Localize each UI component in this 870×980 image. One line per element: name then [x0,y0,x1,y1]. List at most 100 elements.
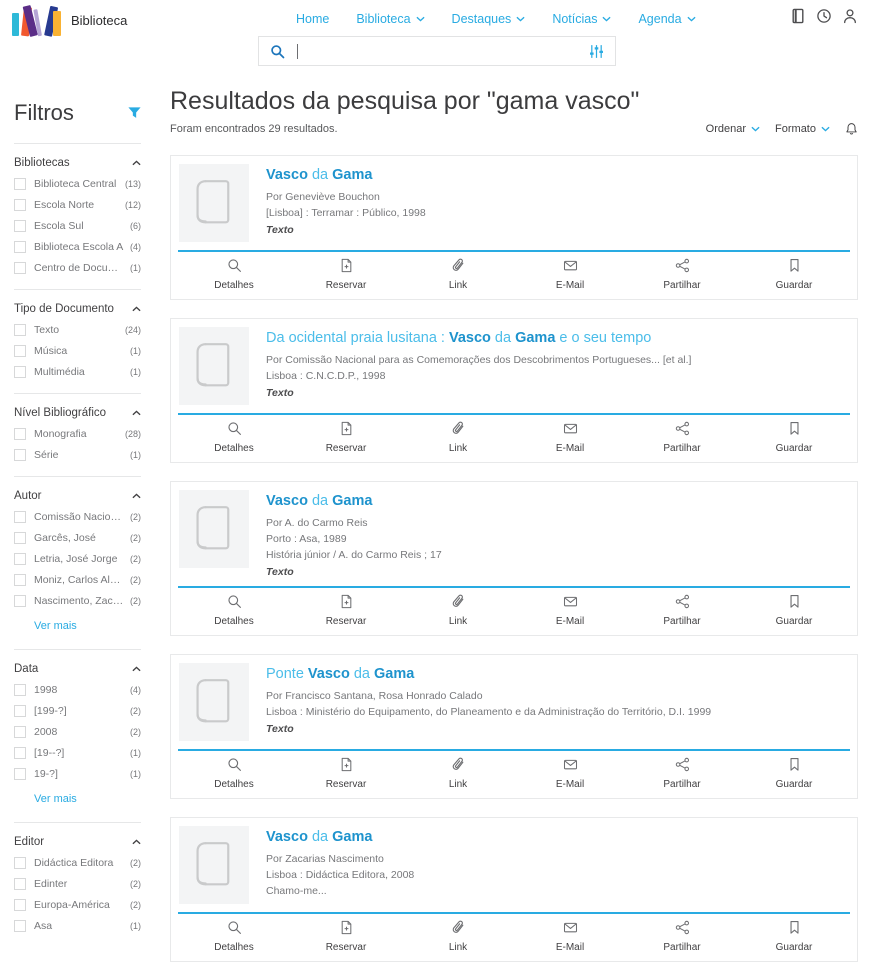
chevron-up-icon[interactable] [132,839,141,845]
action-detalhes[interactable]: Detalhes [178,920,290,953]
checkbox[interactable] [14,178,26,190]
filter-option[interactable]: Série (1) [14,449,141,461]
checkbox[interactable] [14,324,26,336]
checkbox[interactable] [14,768,26,780]
action-guardar[interactable]: Guardar [738,421,850,454]
action-reservar[interactable]: Reservar [290,258,402,291]
filter-option[interactable]: Centro de Documentação (1) [14,262,141,274]
history-icon[interactable] [816,8,832,24]
result-title[interactable]: Ponte Vasco da Gama [266,666,711,682]
filter-option[interactable]: Garcês, José (2) [14,532,141,544]
chevron-up-icon[interactable] [132,410,141,416]
checkbox[interactable] [14,345,26,357]
action-guardar[interactable]: Guardar [738,757,850,790]
filter-section-header[interactable]: Autor [14,490,141,502]
bell-icon[interactable] [845,122,858,136]
nav-destaques[interactable]: Destaques [452,12,526,26]
filter-option[interactable]: Monografia (28) [14,428,141,440]
chevron-up-icon[interactable] [132,666,141,672]
filter-option[interactable]: Multimédia (1) [14,366,141,378]
checkbox[interactable] [14,920,26,932]
filter-option[interactable]: [19--?] (1) [14,747,141,759]
checkbox[interactable] [14,199,26,211]
action-email[interactable]: E-Mail [514,258,626,291]
filter-section-header[interactable]: Bibliotecas [14,157,141,169]
filter-option[interactable]: Letria, José Jorge (2) [14,553,141,565]
action-reservar[interactable]: Reservar [290,920,402,953]
action-partilhar[interactable]: Partilhar [626,757,738,790]
checkbox[interactable] [14,449,26,461]
action-link[interactable]: Link [402,920,514,953]
checkbox[interactable] [14,428,26,440]
checkbox[interactable] [14,705,26,717]
action-guardar[interactable]: Guardar [738,594,850,627]
filter-option[interactable]: 1998 (4) [14,684,141,696]
ordenar-dropdown[interactable]: Ordenar [706,123,760,135]
filter-option[interactable]: Edinter (2) [14,878,141,890]
formato-dropdown[interactable]: Formato [775,123,830,135]
filter-section-header[interactable]: Data [14,663,141,675]
search-bar[interactable] [258,36,616,66]
action-detalhes[interactable]: Detalhes [178,421,290,454]
checkbox[interactable] [14,553,26,565]
chevron-up-icon[interactable] [132,493,141,499]
checkbox[interactable] [14,532,26,544]
action-email[interactable]: E-Mail [514,421,626,454]
sliders-icon[interactable] [589,44,604,59]
checkbox[interactable] [14,241,26,253]
action-guardar[interactable]: Guardar [738,258,850,291]
action-detalhes[interactable]: Detalhes [178,594,290,627]
action-link[interactable]: Link [402,421,514,454]
checkbox[interactable] [14,747,26,759]
checkbox[interactable] [14,899,26,911]
action-reservar[interactable]: Reservar [290,757,402,790]
checkbox[interactable] [14,220,26,232]
result-title[interactable]: Vasco da Gama [266,829,414,845]
checkbox[interactable] [14,878,26,890]
user-icon[interactable] [842,8,858,24]
chevron-up-icon[interactable] [132,306,141,312]
filter-option[interactable]: 19-?] (1) [14,768,141,780]
action-partilhar[interactable]: Partilhar [626,421,738,454]
ebook-icon[interactable] [790,8,806,24]
search-input[interactable] [298,44,589,58]
action-email[interactable]: E-Mail [514,594,626,627]
ver-mais-link[interactable]: Ver mais [34,793,77,805]
action-partilhar[interactable]: Partilhar [626,920,738,953]
result-title[interactable]: Vasco da Gama [266,493,442,509]
book-thumbnail[interactable] [179,826,249,904]
action-link[interactable]: Link [402,594,514,627]
filter-option[interactable]: Europa-América (2) [14,899,141,911]
filter-section-header[interactable]: Tipo de Documento [14,303,141,315]
filter-option[interactable]: Comissão Nacional para a... (2) [14,511,141,523]
filter-section-header[interactable]: Nível Bibliográfico [14,407,141,419]
action-detalhes[interactable]: Detalhes [178,258,290,291]
checkbox[interactable] [14,366,26,378]
checkbox[interactable] [14,595,26,607]
filter-option[interactable]: Moniz, Carlos Alberto (2) [14,574,141,586]
filter-option[interactable]: Texto (24) [14,324,141,336]
filter-option[interactable]: [199-?] (2) [14,705,141,717]
action-detalhes[interactable]: Detalhes [178,757,290,790]
action-email[interactable]: E-Mail [514,757,626,790]
filter-option[interactable]: Didáctica Editora (2) [14,857,141,869]
result-title[interactable]: Da ocidental praia lusitana : Vasco da G… [266,330,691,346]
ver-mais-link[interactable]: Ver mais [34,620,77,632]
nav-biblioteca[interactable]: Biblioteca [356,12,424,26]
filter-option[interactable]: Escola Sul (6) [14,220,141,232]
filter-section-header[interactable]: Editor [14,836,141,848]
action-reservar[interactable]: Reservar [290,594,402,627]
checkbox[interactable] [14,262,26,274]
action-partilhar[interactable]: Partilhar [626,258,738,291]
result-title[interactable]: Vasco da Gama [266,167,426,183]
checkbox[interactable] [14,684,26,696]
action-guardar[interactable]: Guardar [738,920,850,953]
book-thumbnail[interactable] [179,490,249,568]
funnel-icon[interactable] [128,107,141,119]
action-link[interactable]: Link [402,757,514,790]
book-thumbnail[interactable] [179,663,249,741]
book-thumbnail[interactable] [179,164,249,242]
nav-noticias[interactable]: Notícias [552,12,611,26]
action-reservar[interactable]: Reservar [290,421,402,454]
filter-option[interactable]: Asa (1) [14,920,141,932]
